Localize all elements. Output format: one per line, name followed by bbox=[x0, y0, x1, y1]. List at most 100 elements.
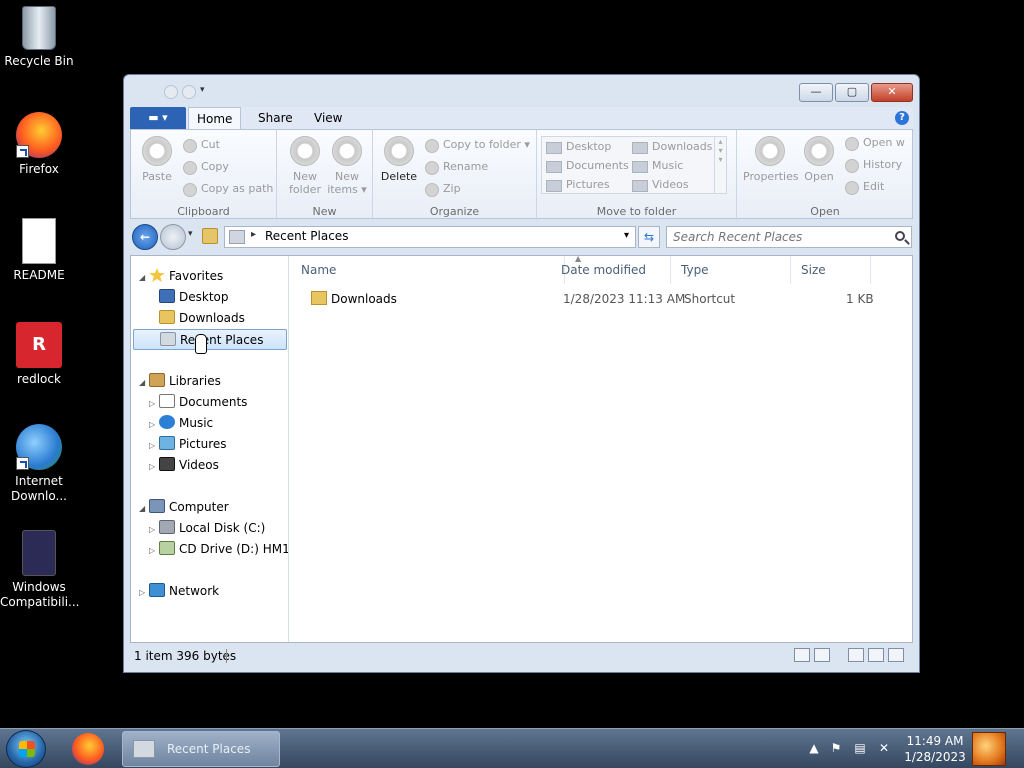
recent-pages-dropdown-icon[interactable]: ▾ bbox=[188, 229, 193, 239]
desktop-icon-recycle-bin[interactable]: Recycle Bin bbox=[0, 6, 78, 69]
collapse-icon[interactable]: ◢ bbox=[139, 267, 149, 288]
zip-button[interactable]: Zip bbox=[425, 180, 461, 198]
copy-to-folder-button[interactable]: Copy to folder ▾ bbox=[425, 136, 530, 154]
nav-local-disk[interactable]: ▷ Local Disk (C:) bbox=[149, 518, 265, 539]
collapse-icon[interactable]: ◢ bbox=[139, 372, 149, 393]
nav-pictures[interactable]: ▷ Pictures bbox=[149, 434, 227, 455]
user-avatar-icon[interactable] bbox=[972, 732, 1006, 766]
ribbon-tabs: ▬ ▾ Home Share View ? bbox=[130, 107, 913, 129]
copy-path-button[interactable]: Copy as path bbox=[183, 180, 273, 198]
new-items-button[interactable]: New items ▾ bbox=[327, 136, 367, 196]
move-to-downloads[interactable]: Downloads bbox=[630, 138, 712, 156]
new-folder-button[interactable]: New folder bbox=[285, 136, 325, 196]
network-tray-icon[interactable]: ▤ bbox=[852, 741, 868, 757]
history-button[interactable]: History bbox=[845, 156, 902, 174]
taskbar-item-recent-places[interactable]: Recent Places bbox=[122, 731, 280, 767]
start-button[interactable] bbox=[6, 730, 46, 768]
open-with-button[interactable]: Open w bbox=[845, 134, 905, 152]
properties-button[interactable]: Properties bbox=[743, 136, 799, 183]
expand-icon[interactable]: ▷ bbox=[149, 414, 159, 435]
breadcrumb-recent-places[interactable]: Recent Places bbox=[265, 229, 348, 243]
file-row[interactable]: Downloads 1/28/2023 11:13 AM Shortcut 1 … bbox=[291, 288, 912, 310]
details-view-icon[interactable] bbox=[794, 648, 810, 662]
expand-icon[interactable]: ▷ bbox=[149, 519, 159, 540]
desktop-icon-readme[interactable]: README bbox=[0, 218, 78, 283]
tab-view[interactable]: View bbox=[306, 107, 350, 129]
expand-icon[interactable]: ▷ bbox=[149, 540, 159, 561]
preview-pane-toggle-icon[interactable] bbox=[868, 648, 884, 662]
show-hidden-icons-icon[interactable]: ▲ bbox=[806, 741, 822, 757]
title-bar[interactable]: ▾ — ▢ ✕ bbox=[124, 75, 919, 105]
copy-button[interactable]: Copy bbox=[183, 158, 229, 176]
gallery-scroll[interactable]: ▴ ▾ ▾ bbox=[714, 137, 726, 193]
move-to-music[interactable]: Music bbox=[630, 157, 683, 175]
help-icon[interactable]: ? bbox=[895, 111, 909, 125]
music-icon bbox=[159, 415, 175, 429]
move-to-pictures[interactable]: Pictures bbox=[544, 176, 610, 194]
nav-documents[interactable]: ▷ Documents bbox=[149, 392, 247, 413]
firefox-taskbar-icon[interactable] bbox=[72, 733, 104, 765]
move-to-desktop[interactable]: Desktop bbox=[544, 138, 611, 156]
nav-favorites[interactable]: ◢ Favorites bbox=[139, 266, 223, 287]
desktop-icon-internet-download[interactable]: Internet Downlo... bbox=[0, 424, 78, 504]
expand-icon[interactable]: ▷ bbox=[149, 456, 159, 477]
file-menu-button[interactable]: ▬ ▾ bbox=[130, 107, 186, 129]
desktop-icon-firefox[interactable]: Firefox bbox=[0, 112, 78, 177]
nav-cd-drive[interactable]: ▷ CD Drive (D:) HM1C bbox=[149, 539, 288, 561]
nav-libraries[interactable]: ◢ Libraries bbox=[139, 371, 221, 392]
recycle-bin-icon bbox=[22, 6, 56, 50]
search-input[interactable] bbox=[667, 227, 877, 247]
details-pane-toggle-icon[interactable] bbox=[888, 648, 904, 662]
minimize-button[interactable]: — bbox=[799, 83, 833, 102]
address-bar[interactable]: ▸ Recent Places ▾ bbox=[224, 226, 636, 248]
navigation-pane-toggle-icon[interactable] bbox=[848, 648, 864, 662]
qat-properties-icon[interactable] bbox=[164, 85, 178, 99]
expand-icon[interactable]: ▷ bbox=[149, 393, 159, 414]
nav-music[interactable]: ▷ Music bbox=[149, 413, 213, 434]
maximize-button[interactable]: ▢ bbox=[835, 83, 869, 102]
action-center-flag-icon[interactable]: ⚑ bbox=[828, 741, 844, 757]
open-button[interactable]: Open bbox=[799, 136, 839, 183]
nav-downloads[interactable]: Downloads bbox=[159, 308, 245, 329]
qat-dropdown-icon[interactable]: ▾ bbox=[200, 85, 210, 99]
edit-button[interactable]: Edit bbox=[845, 178, 884, 196]
nav-desktop[interactable]: Desktop bbox=[159, 287, 229, 308]
qat-new-folder-icon[interactable] bbox=[182, 85, 196, 99]
move-to-documents[interactable]: Documents bbox=[544, 157, 629, 175]
file-type: Shortcut bbox=[684, 292, 736, 306]
desktop-icon-windows-compatibility[interactable]: Windows Compatibili... bbox=[0, 530, 79, 610]
large-icons-view-icon[interactable] bbox=[814, 648, 830, 662]
back-button[interactable]: ← bbox=[132, 224, 158, 250]
nav-network[interactable]: ▷ Network bbox=[139, 581, 219, 602]
column-header-type[interactable]: Type bbox=[671, 256, 791, 284]
properties-icon bbox=[755, 136, 785, 166]
collapse-icon[interactable]: ◢ bbox=[139, 498, 149, 519]
up-folder-icon[interactable] bbox=[202, 228, 218, 244]
forward-button[interactable] bbox=[160, 224, 186, 250]
tab-home[interactable]: Home bbox=[188, 107, 242, 129]
cut-button[interactable]: Cut bbox=[183, 136, 220, 154]
breadcrumb-chevron-icon[interactable]: ▸ bbox=[251, 229, 256, 240]
column-header-size[interactable]: Size bbox=[791, 256, 871, 284]
tab-share[interactable]: Share bbox=[250, 107, 301, 129]
paste-button[interactable]: Paste bbox=[137, 136, 177, 183]
nav-videos[interactable]: ▷ Videos bbox=[149, 455, 219, 476]
desktop-icon-redlock[interactable]: R redlock bbox=[0, 322, 78, 387]
clock[interactable]: 11:49 AM 1/28/2023 bbox=[900, 733, 970, 765]
expand-icon[interactable]: ▷ bbox=[149, 435, 159, 456]
address-dropdown-icon[interactable]: ▾ bbox=[624, 230, 629, 241]
text-file-icon bbox=[22, 218, 56, 264]
rename-button[interactable]: Rename bbox=[425, 158, 488, 176]
nav-computer[interactable]: ◢ Computer bbox=[139, 497, 229, 518]
file-date: 1/28/2023 11:13 AM bbox=[563, 292, 686, 306]
delete-button[interactable]: Delete bbox=[379, 136, 419, 183]
search-icon[interactable] bbox=[895, 231, 905, 241]
expand-icon[interactable]: ▷ bbox=[139, 582, 149, 603]
column-header-name[interactable]: Name bbox=[291, 256, 565, 284]
column-header-date[interactable]: Date modified bbox=[551, 256, 671, 284]
volume-muted-icon[interactable]: ✕ bbox=[876, 741, 892, 757]
nav-recent-places[interactable]: Recent Places bbox=[133, 329, 287, 350]
move-to-videos[interactable]: Videos bbox=[630, 176, 689, 194]
close-button[interactable]: ✕ bbox=[871, 83, 913, 102]
refresh-button[interactable]: ⇆ bbox=[638, 226, 660, 248]
